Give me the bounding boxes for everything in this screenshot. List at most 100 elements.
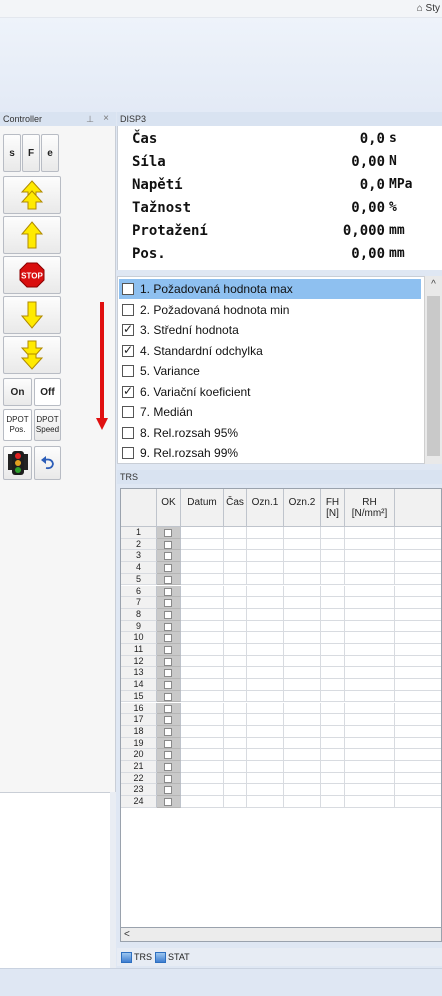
table-cell[interactable] [345,608,395,621]
ok-checkbox[interactable] [164,798,172,807]
ok-cell[interactable] [157,608,181,621]
table-cell[interactable] [321,784,345,797]
ok-checkbox[interactable] [164,774,172,783]
table-cell[interactable] [284,538,321,551]
ok-cell[interactable] [157,538,181,551]
table-cell[interactable] [224,725,247,738]
table-cell[interactable] [345,573,395,586]
table-cell[interactable] [284,749,321,761]
table-cell[interactable] [224,527,247,539]
ok-checkbox[interactable] [164,552,172,561]
table-cell[interactable] [284,690,321,703]
table-cell[interactable] [345,655,395,668]
table-cell[interactable] [345,749,395,761]
table-cell[interactable] [224,667,247,680]
row-number[interactable]: 11 [121,644,157,656]
table-cell[interactable] [345,632,395,644]
table-cell[interactable] [284,585,321,598]
table-cell[interactable] [181,585,224,598]
table-cell[interactable] [181,527,224,539]
undo-button[interactable] [34,446,61,480]
table-cell[interactable] [345,702,395,715]
ok-cell[interactable] [157,667,181,680]
row-number[interactable]: 23 [121,784,157,797]
table-cell[interactable] [321,761,345,773]
table-cell[interactable] [247,608,284,621]
table-cell[interactable] [284,632,321,644]
ok-checkbox[interactable] [164,564,172,573]
table-cell[interactable] [321,702,345,715]
checkbox[interactable] [122,365,134,377]
table-cell[interactable] [345,796,395,808]
checkbox[interactable] [122,447,134,459]
stat-item[interactable]: ✓ 3. Střední hodnota [122,320,424,340]
table-cell[interactable] [321,527,345,539]
table-cell[interactable] [395,597,441,609]
table-cell[interactable] [247,585,284,598]
table-cell[interactable] [181,737,224,750]
checkbox[interactable] [122,283,134,295]
table-cell[interactable] [247,796,284,808]
table-cell[interactable] [224,796,247,808]
table-cell[interactable] [181,632,224,644]
ok-checkbox[interactable] [164,669,172,678]
ok-cell[interactable] [157,585,181,598]
table-cell[interactable] [321,667,345,680]
table-cell[interactable] [181,597,224,609]
table-cell[interactable] [321,796,345,808]
column-header[interactable]: Datum [181,489,224,527]
table-cell[interactable] [224,714,247,726]
off-button[interactable]: Off [34,378,61,406]
row-number[interactable]: 1 [121,527,157,539]
row-number[interactable]: 19 [121,737,157,750]
ok-checkbox[interactable] [164,575,172,584]
checkbox[interactable] [122,406,134,418]
table-cell[interactable] [321,608,345,621]
table-cell[interactable] [284,527,321,539]
table-cell[interactable] [181,608,224,621]
table-cell[interactable] [345,761,395,773]
table-cell[interactable] [395,538,441,551]
table-cell[interactable] [345,620,395,633]
stop-button[interactable]: STOP [3,256,61,294]
ok-cell[interactable] [157,562,181,574]
table-cell[interactable] [224,632,247,644]
ok-cell[interactable] [157,632,181,644]
stat-item[interactable]: ✓ 6. Variační koeficient [122,382,424,402]
table-cell[interactable] [345,690,395,703]
table-cell[interactable] [321,772,345,785]
up-button[interactable] [3,216,61,254]
ok-cell[interactable] [157,749,181,761]
column-header[interactable]: FH [N] [321,489,345,527]
traffic-light-button[interactable] [3,446,32,480]
table-cell[interactable] [321,573,345,586]
table-cell[interactable] [345,585,395,598]
column-header[interactable]: OK [157,489,181,527]
row-number[interactable]: 21 [121,761,157,773]
ok-checkbox[interactable] [164,622,172,631]
row-number[interactable]: 22 [121,772,157,785]
dpot-speed-button[interactable]: DPOT Speed [34,409,61,441]
table-cell[interactable] [284,772,321,785]
checkbox[interactable] [122,426,134,439]
table-cell[interactable] [321,737,345,750]
table-cell[interactable] [345,772,395,785]
table-cell[interactable] [224,573,247,586]
table-cell[interactable] [247,749,284,761]
table-cell[interactable] [345,644,395,656]
table-cell[interactable] [224,550,247,563]
table-cell[interactable] [395,620,441,633]
table-cell[interactable] [345,527,395,539]
ok-cell[interactable] [157,690,181,703]
table-cell[interactable] [181,679,224,691]
table-cell[interactable] [284,714,321,726]
tab-trs[interactable]: TRS [121,950,152,964]
table-cell[interactable] [321,690,345,703]
row-number[interactable]: 8 [121,608,157,621]
table-cell[interactable] [321,725,345,738]
stat-item[interactable]: 1. Požadovaná hodnota max [119,279,421,299]
ok-cell[interactable] [157,573,181,586]
table-cell[interactable] [224,702,247,715]
row-number[interactable]: 24 [121,796,157,808]
table-cell[interactable] [181,702,224,715]
